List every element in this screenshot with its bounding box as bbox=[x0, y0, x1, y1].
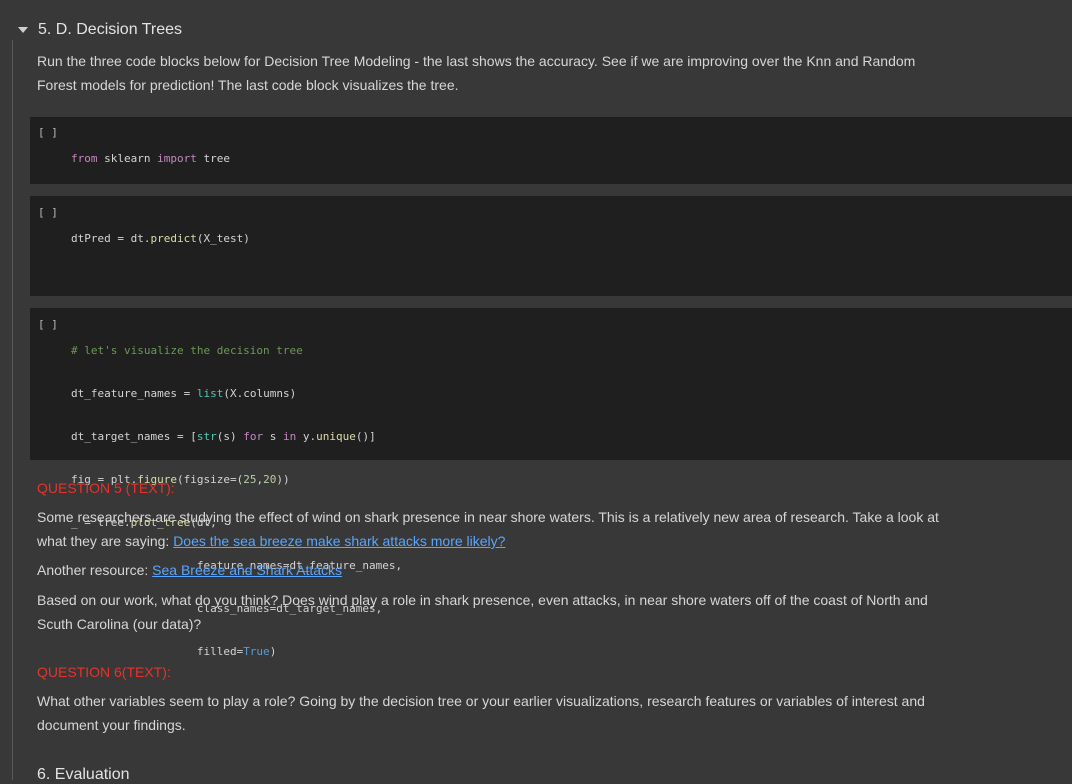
section-header[interactable]: 5. D. Decision Trees bbox=[18, 20, 182, 40]
code-cell-2[interactable]: [ ] dtPred = dt.predict(X_test) dtAcc = … bbox=[30, 196, 1072, 417]
collapse-caret-icon[interactable] bbox=[18, 27, 28, 33]
question-6-text: What other variables seem to play a role… bbox=[37, 693, 925, 733]
cell-gutter-line bbox=[12, 40, 13, 780]
code-cell-3[interactable]: [ ] # let's visualize the decision tree … bbox=[30, 308, 1072, 658]
sea-breeze-shark-attacks-link[interactable]: Sea Breeze and Shark Attacks bbox=[152, 562, 342, 578]
question-5-heading: QUESTION 5 (TEXT): bbox=[37, 480, 175, 496]
question-6-heading: QUESTION 6(TEXT): bbox=[37, 664, 171, 680]
question-5-prompt: Based on our work, what do you think? Do… bbox=[37, 592, 928, 632]
intro-text: Run the three code blocks below for Deci… bbox=[37, 53, 916, 93]
another-resource-line: Another resource: Sea Breeze and Shark A… bbox=[37, 558, 957, 582]
code-cell-1[interactable]: [ ] from sklearn import tree dt = tree.D… bbox=[30, 117, 1072, 251]
question-5-text: Some researchers are studying the effect… bbox=[37, 505, 957, 553]
run-cell-button[interactable]: [ ] bbox=[38, 206, 58, 219]
run-cell-button[interactable]: [ ] bbox=[38, 318, 58, 331]
another-resource-label: Another resource: bbox=[37, 562, 153, 578]
run-cell-button[interactable]: [ ] bbox=[38, 126, 58, 139]
section-title: 5. D. Decision Trees bbox=[38, 21, 183, 38]
next-section-title[interactable]: 6. Evaluation bbox=[37, 766, 130, 784]
sea-breeze-link[interactable]: Does the sea breeze make shark attacks m… bbox=[173, 533, 505, 549]
